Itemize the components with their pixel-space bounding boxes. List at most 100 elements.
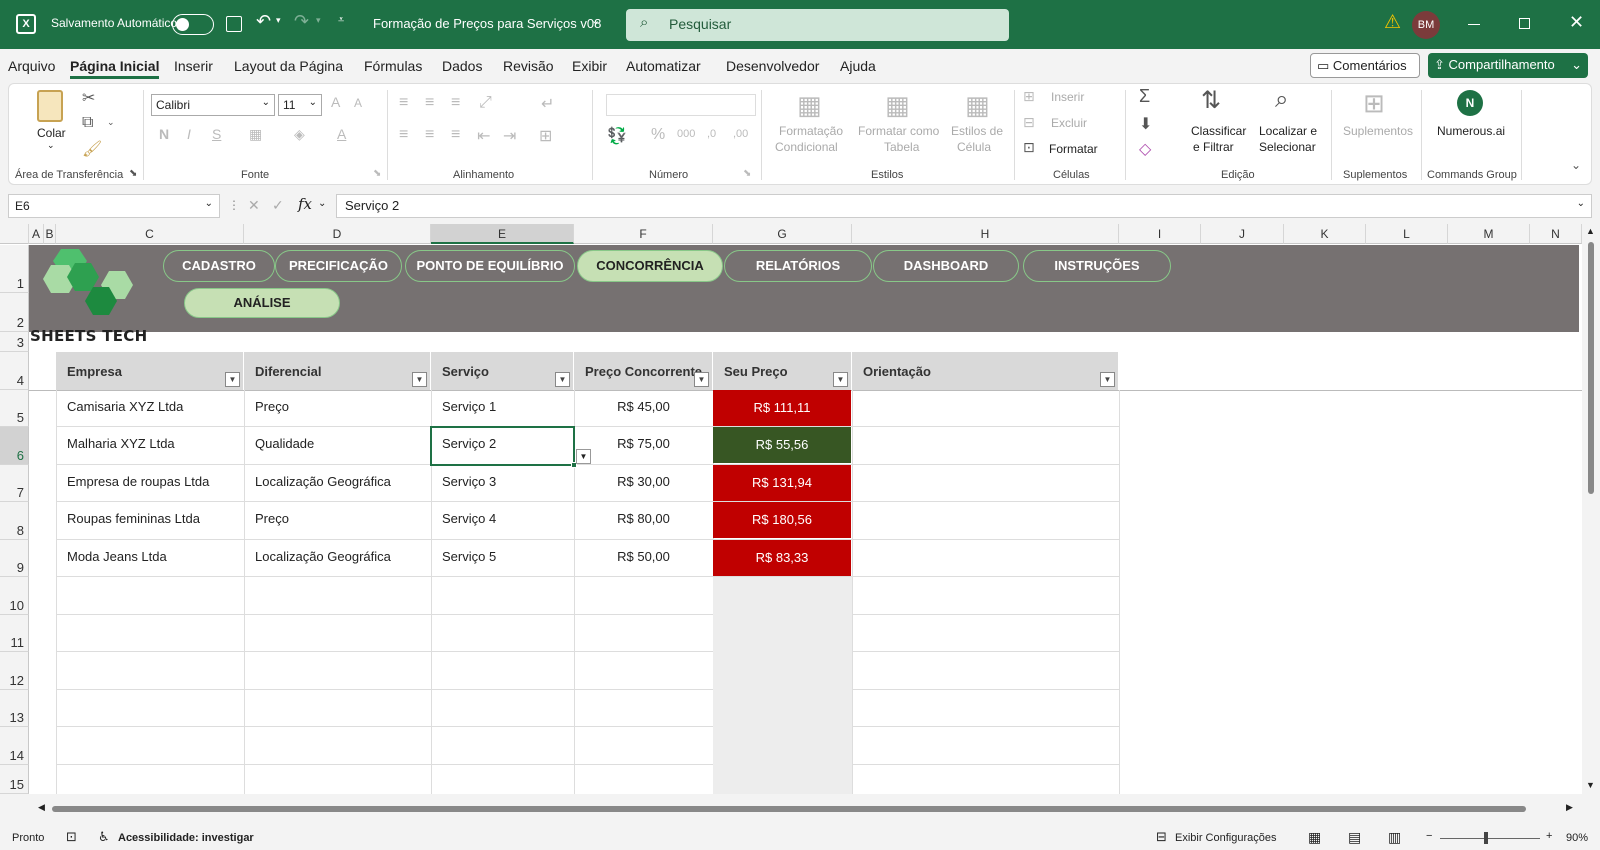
row-header-1[interactable]: 1 bbox=[0, 245, 29, 293]
decrease-font-icon[interactable]: A bbox=[354, 96, 362, 110]
share-chevron-icon[interactable]: ⌄ bbox=[1571, 57, 1582, 73]
col-header-n[interactable]: N bbox=[1530, 224, 1582, 244]
vertical-scrollbar[interactable]: ▲ ▼ bbox=[1582, 224, 1600, 794]
cell-empresa[interactable]: Roupas femininas Ltda bbox=[67, 511, 200, 526]
nav-dashboard-button[interactable]: DASHBOARD bbox=[873, 250, 1019, 282]
row-header-15[interactable]: 15 bbox=[0, 765, 29, 794]
find-select-icon[interactable]: ⌕ bbox=[1275, 86, 1288, 114]
nav-relatorios-button[interactable]: RELATÓRIOS bbox=[724, 250, 872, 282]
clear-icon[interactable]: ◇ bbox=[1139, 139, 1151, 159]
clipboard-launcher-icon[interactable]: ⬊ bbox=[129, 168, 137, 179]
italic-icon[interactable]: I bbox=[187, 126, 191, 142]
menu-desenvolvedor[interactable]: Desenvolvedor bbox=[726, 58, 819, 74]
scroll-down-icon[interactable]: ▼ bbox=[1586, 780, 1595, 790]
menu-layout-da-pagina[interactable]: Layout da Página bbox=[234, 58, 343, 74]
cell-dropdown-icon[interactable]: ▼ bbox=[576, 449, 591, 464]
zoom-slider-thumb[interactable] bbox=[1484, 832, 1488, 844]
copy-chevron-icon[interactable]: ⌄ bbox=[107, 117, 115, 128]
cell-servico[interactable]: Serviço 4 bbox=[442, 511, 496, 526]
cell-seu-preco[interactable]: R$ 55,56 bbox=[713, 427, 851, 463]
add-ins-button-label[interactable]: Suplementos bbox=[1343, 124, 1413, 138]
col-header-i[interactable]: I bbox=[1119, 224, 1201, 244]
insert-function-icon[interactable]: fx bbox=[298, 195, 312, 213]
paste-chevron-icon[interactable]: ⌄ bbox=[47, 140, 55, 151]
cell-diferencial[interactable]: Localização Geográfica bbox=[255, 474, 391, 489]
format-cells-label[interactable]: Formatar bbox=[1049, 142, 1098, 156]
format-cells-icon[interactable]: ⊡ bbox=[1023, 139, 1035, 156]
col-header-k[interactable]: K bbox=[1284, 224, 1366, 244]
format-painter-icon[interactable]: 🖌 bbox=[82, 139, 102, 159]
paste-icon[interactable] bbox=[37, 90, 63, 122]
menu-automatizar[interactable]: Automatizar bbox=[626, 58, 701, 74]
cell-servico[interactable]: Serviço 3 bbox=[442, 474, 496, 489]
add-ins-icon[interactable]: ⊞ bbox=[1363, 88, 1385, 119]
autosum-icon[interactable]: Σ bbox=[1139, 86, 1150, 107]
confirm-entry-icon[interactable]: ✓ bbox=[272, 197, 284, 214]
paste-label[interactable]: Colar bbox=[37, 126, 66, 140]
conditional-format-icon[interactable]: ▦ bbox=[797, 90, 822, 121]
cell-servico[interactable]: Serviço 1 bbox=[442, 399, 496, 414]
minimize-icon[interactable] bbox=[1468, 24, 1480, 25]
fx-chevron-icon[interactable]: ⌄ bbox=[318, 198, 326, 209]
share-button[interactable]: ⇪ Compartilhamento ⌄ bbox=[1428, 53, 1588, 78]
row-header-3[interactable]: 3 bbox=[0, 332, 29, 352]
zoom-slider[interactable] bbox=[1440, 832, 1540, 844]
cell-empresa[interactable]: Empresa de roupas Ltda bbox=[67, 474, 209, 489]
col-header-e[interactable]: E bbox=[431, 224, 574, 244]
find-select-label-2[interactable]: Selecionar bbox=[1259, 140, 1316, 154]
row-header-10[interactable]: 10 bbox=[0, 577, 29, 615]
formula-input[interactable]: Serviço 2 ⌄ bbox=[336, 194, 1592, 218]
row-header-6[interactable]: 6 bbox=[0, 427, 29, 465]
row-header-11[interactable]: 11 bbox=[0, 615, 29, 652]
col-header-l[interactable]: L bbox=[1366, 224, 1448, 244]
col-header-b[interactable]: B bbox=[44, 224, 56, 244]
format-table-label-1[interactable]: Formatar como bbox=[858, 124, 939, 138]
cell-styles-label-1[interactable]: Estilos de bbox=[951, 124, 1003, 138]
conditional-format-label-2[interactable]: Condicional bbox=[775, 140, 838, 154]
cell-empresa[interactable]: Camisaria XYZ Ltda bbox=[67, 399, 183, 414]
cell-styles-icon[interactable]: ▦ bbox=[965, 90, 990, 121]
merge-center-icon[interactable]: ⊞ bbox=[539, 126, 552, 146]
font-color-icon[interactable]: A bbox=[337, 126, 346, 142]
increase-indent-icon[interactable]: ⇥ bbox=[503, 126, 516, 146]
font-size-select[interactable]: 11 ⌄ bbox=[278, 94, 322, 116]
accessibility-status[interactable]: Acessibilidade: investigar bbox=[118, 832, 254, 844]
cell-diferencial[interactable]: Preço bbox=[255, 399, 289, 414]
font-name-select[interactable]: Calibri ⌄ bbox=[151, 94, 275, 116]
col-header-c[interactable]: C bbox=[56, 224, 244, 244]
menu-dados[interactable]: Dados bbox=[442, 58, 482, 74]
ribbon-collapse-icon[interactable]: ⌄ bbox=[1571, 158, 1581, 172]
zoom-out-icon[interactable]: − bbox=[1426, 830, 1432, 842]
align-middle-icon[interactable]: ≡ bbox=[425, 94, 434, 112]
cell-diferencial[interactable]: Preço bbox=[255, 511, 289, 526]
page-layout-view-icon[interactable]: ▤ bbox=[1348, 829, 1361, 846]
wrap-text-icon[interactable]: ↵ bbox=[541, 94, 554, 114]
filter-dropdown-icon[interactable]: ▼ bbox=[412, 372, 427, 387]
numerous-ai-icon[interactable]: N bbox=[1457, 90, 1483, 116]
cell-diferencial[interactable]: Localização Geográfica bbox=[255, 549, 391, 564]
display-settings-label[interactable]: Exibir Configurações bbox=[1175, 832, 1277, 844]
align-bottom-icon[interactable]: ≡ bbox=[451, 94, 460, 112]
document-title[interactable]: Formação de Preços para Serviços v08 bbox=[373, 16, 601, 31]
accessibility-icon[interactable]: ♿ bbox=[98, 829, 110, 845]
conditional-format-label-1[interactable]: Formatação bbox=[779, 124, 843, 138]
row-header-5[interactable]: 5 bbox=[0, 390, 29, 427]
sort-filter-icon[interactable]: ⇅ bbox=[1201, 86, 1221, 115]
col-header-m[interactable]: M bbox=[1448, 224, 1530, 244]
delete-cells-icon[interactable]: ⊟ bbox=[1023, 114, 1035, 131]
undo-icon[interactable]: ↶ bbox=[256, 11, 271, 32]
name-box[interactable]: E6 ⌄ bbox=[8, 194, 220, 218]
font-launcher-icon[interactable]: ⬊ bbox=[373, 168, 381, 179]
row-header-4[interactable]: 4 bbox=[0, 352, 29, 390]
horizontal-scrollbar[interactable]: ◀ ▶ bbox=[0, 798, 1600, 818]
cell-preco-concorrente[interactable]: R$ 80,00 bbox=[574, 511, 713, 526]
row-header-2[interactable]: 2 bbox=[0, 293, 29, 332]
menu-arquivo[interactable]: Arquivo bbox=[8, 58, 55, 74]
copy-icon[interactable]: ⧉ bbox=[82, 114, 93, 132]
cell-preco-concorrente[interactable]: R$ 30,00 bbox=[574, 474, 713, 489]
align-top-icon[interactable]: ≡ bbox=[399, 94, 408, 112]
cell-servico[interactable]: Serviço 5 bbox=[442, 549, 496, 564]
filter-dropdown-icon[interactable]: ▼ bbox=[555, 372, 570, 387]
increase-font-icon[interactable]: A bbox=[331, 94, 340, 110]
delete-cells-label[interactable]: Excluir bbox=[1051, 116, 1087, 130]
